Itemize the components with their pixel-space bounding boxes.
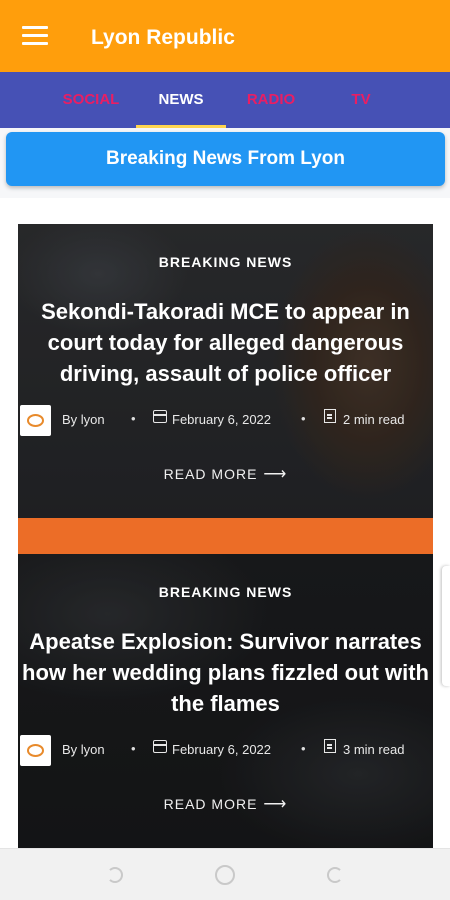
reading-time-icon [324, 739, 336, 753]
read-more-label[interactable]: READ MORE [164, 796, 258, 812]
active-tab-indicator [136, 125, 226, 128]
article-title[interactable]: Apeatse Explosion: Survivor narrates how… [18, 626, 433, 719]
article-category[interactable]: BREAKING NEWS [18, 584, 433, 600]
meta-separator: • [301, 411, 306, 426]
back-icon[interactable] [105, 865, 125, 885]
read-more-link[interactable]: READ MORE ⟶ [18, 794, 433, 814]
hamburger-menu-icon[interactable] [22, 26, 48, 46]
meta-separator: • [131, 741, 136, 756]
article-card[interactable]: BREAKING NEWS Sekondi-Takoradi MCE to ap… [18, 224, 433, 518]
tab-social[interactable]: SOCIAL [46, 72, 136, 128]
arrow-right-icon: ⟶ [263, 466, 288, 483]
app-title: Lyon Republic [91, 26, 235, 49]
edge-panel-handle[interactable] [442, 566, 450, 686]
lyon-logo-icon [27, 414, 44, 427]
article-meta: By lyon • February 6, 2022 • 3 min read [18, 734, 433, 766]
app-bar: Lyon Republic [0, 0, 450, 72]
article-date: February 6, 2022 [172, 742, 272, 757]
calendar-icon [153, 740, 167, 753]
read-more-link[interactable]: READ MORE ⟶ [18, 464, 433, 484]
accent-divider [18, 518, 433, 554]
article-author[interactable]: By lyon [62, 742, 105, 757]
system-nav-bar [0, 848, 450, 900]
article-read-time: 3 min read [343, 742, 405, 757]
article-read-time: 2 min read [343, 412, 405, 427]
tab-bar: SOCIAL NEWS RADIO TV [0, 72, 450, 128]
calendar-icon [153, 410, 167, 423]
article-title[interactable]: Sekondi-Takoradi MCE to appear in court … [18, 296, 433, 389]
home-icon[interactable] [215, 865, 235, 885]
reading-time-icon [324, 409, 336, 423]
article-author[interactable]: By lyon [62, 412, 105, 427]
article-card[interactable]: BREAKING NEWS Apeatse Explosion: Survivo… [18, 554, 433, 848]
article-category[interactable]: BREAKING NEWS [18, 254, 433, 270]
author-avatar[interactable] [20, 735, 51, 766]
meta-separator: • [131, 411, 136, 426]
meta-separator: • [301, 741, 306, 756]
article-date: February 6, 2022 [172, 412, 272, 427]
tab-tv[interactable]: TV [316, 72, 406, 128]
tab-radio[interactable]: RADIO [226, 72, 316, 128]
arrow-right-icon: ⟶ [263, 796, 288, 813]
lyon-logo-icon [27, 744, 44, 757]
article-meta: By lyon • February 6, 2022 • 2 min read [18, 404, 433, 436]
tab-news[interactable]: NEWS [136, 72, 226, 128]
recents-icon[interactable] [325, 865, 345, 885]
author-avatar[interactable] [20, 405, 51, 436]
read-more-label[interactable]: READ MORE [164, 466, 258, 482]
breaking-news-banner[interactable]: Breaking News From Lyon [6, 132, 445, 186]
